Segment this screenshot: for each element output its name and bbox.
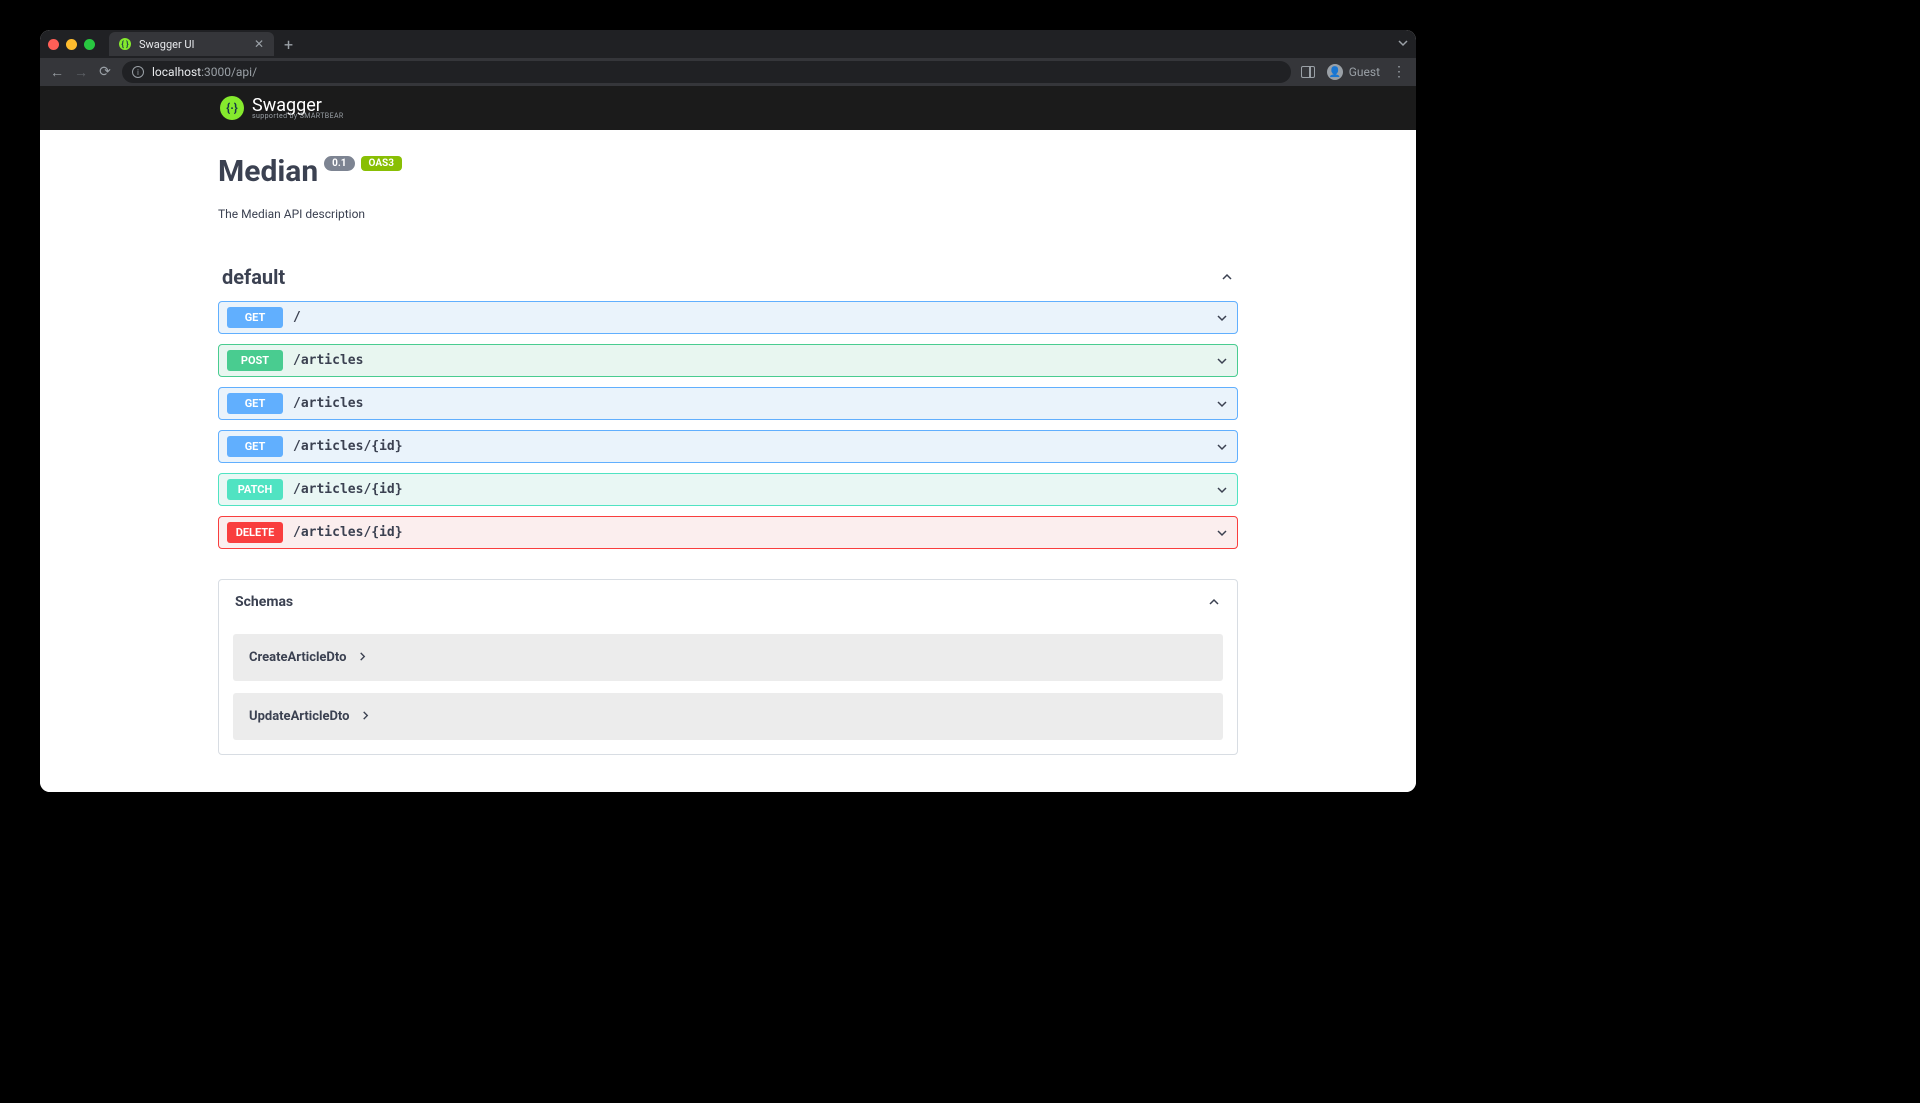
browser-tab[interactable]: { } Swagger UI ✕ (109, 32, 274, 56)
swagger-mark-icon: {·} (220, 96, 244, 120)
operation-row[interactable]: GET/articles/{id} (218, 430, 1238, 463)
chevron-down-icon (1215, 397, 1229, 411)
operation-row[interactable]: PATCH/articles/{id} (218, 473, 1238, 506)
tab-title: Swagger UI (139, 38, 246, 51)
api-title: Median (218, 154, 318, 189)
toolbar-right: 👤 Guest ⋮ (1301, 64, 1406, 80)
tag-header[interactable]: default (218, 259, 1238, 295)
http-method-badge: POST (227, 350, 283, 371)
tab-favicon: { } (119, 38, 131, 50)
http-method-badge: GET (227, 436, 283, 457)
url-text: localhost:3000/api/ (152, 65, 257, 79)
endpoint-path: /articles (293, 353, 1215, 368)
operation-row[interactable]: GET/articles (218, 387, 1238, 420)
window-maximize-button[interactable] (84, 39, 95, 50)
browser-toolbar: ← → ⟳ i localhost:3000/api/ 👤 Guest ⋮ (40, 58, 1416, 86)
tag-section: default GET/POST/articlesGET/articlesGET… (218, 259, 1238, 549)
operation-row[interactable]: DELETE/articles/{id} (218, 516, 1238, 549)
schema-item[interactable]: CreateArticleDto (233, 634, 1223, 681)
window-close-button[interactable] (48, 39, 59, 50)
forward-button[interactable]: → (74, 64, 88, 81)
http-method-badge: PATCH (227, 479, 283, 500)
avatar-icon: 👤 (1327, 64, 1343, 80)
http-method-badge: DELETE (227, 522, 283, 543)
schemas-section: Schemas CreateArticleDto UpdateArticleDto (218, 579, 1238, 755)
schema-name: CreateArticleDto (249, 650, 346, 665)
side-panel-icon[interactable] (1301, 66, 1315, 78)
url-path: :3000/api/ (201, 65, 257, 79)
chevron-up-icon (1220, 270, 1234, 284)
endpoint-path: /articles (293, 396, 1215, 411)
swagger-logo[interactable]: {·} Swagger supported by SMARTBEAR (220, 96, 344, 120)
chevron-down-icon (1215, 311, 1229, 325)
swagger-topbar: {·} Swagger supported by SMARTBEAR (40, 86, 1416, 130)
schemas-header[interactable]: Schemas (219, 580, 1237, 624)
browser-menu-button[interactable]: ⋮ (1392, 64, 1406, 80)
tag-name: default (222, 265, 1220, 289)
new-tab-button[interactable]: + (284, 35, 293, 54)
swagger-brand-sub: supported by SMARTBEAR (252, 113, 344, 120)
version-badge: 0.1 (324, 156, 354, 171)
chevron-down-icon (1215, 440, 1229, 454)
url-host: localhost (152, 65, 201, 79)
tab-list-button[interactable] (1398, 38, 1408, 51)
schema-list: CreateArticleDto UpdateArticleDto (219, 624, 1237, 754)
endpoint-path: /articles/{id} (293, 482, 1215, 497)
profile-button[interactable]: 👤 Guest (1327, 64, 1380, 80)
endpoint-path: /articles/{id} (293, 525, 1215, 540)
window-minimize-button[interactable] (66, 39, 77, 50)
endpoint-path: /articles/{id} (293, 439, 1215, 454)
chevron-right-icon (358, 651, 367, 664)
oas-badge: OAS3 (361, 156, 402, 171)
operation-row[interactable]: GET / (218, 301, 1238, 334)
window-controls (48, 39, 95, 50)
tab-strip: { } Swagger UI ✕ + (40, 30, 1416, 58)
reload-button[interactable]: ⟳ (98, 64, 112, 80)
chevron-down-icon (1215, 526, 1229, 540)
api-description: The Median API description (218, 207, 1238, 221)
back-button[interactable]: ← (50, 64, 64, 81)
page-viewport: {·} Swagger supported by SMARTBEAR Media… (40, 86, 1416, 792)
chevron-down-icon (1215, 483, 1229, 497)
chevron-down-icon (1215, 354, 1229, 368)
http-method-badge: GET (227, 307, 283, 328)
operations-list: GET/POST/articlesGET/articlesGET/article… (218, 301, 1238, 549)
chevron-right-icon (361, 710, 370, 723)
address-bar[interactable]: i localhost:3000/api/ (122, 61, 1291, 83)
http-method-badge: GET (227, 393, 283, 414)
api-title-row: Median 0.1 OAS3 (218, 154, 1238, 189)
site-info-icon[interactable]: i (132, 66, 144, 78)
browser-window: { } Swagger UI ✕ + ← → ⟳ i localhost:300… (40, 30, 1416, 792)
chevron-up-icon (1207, 595, 1221, 609)
tab-close-button[interactable]: ✕ (254, 37, 264, 51)
schemas-title: Schemas (235, 594, 293, 610)
schema-item[interactable]: UpdateArticleDto (233, 693, 1223, 740)
endpoint-path: / (293, 310, 1215, 325)
operation-row[interactable]: POST/articles (218, 344, 1238, 377)
swagger-container: Median 0.1 OAS3 The Median API descripti… (218, 130, 1238, 792)
profile-label: Guest (1349, 65, 1380, 79)
schema-name: UpdateArticleDto (249, 709, 349, 724)
